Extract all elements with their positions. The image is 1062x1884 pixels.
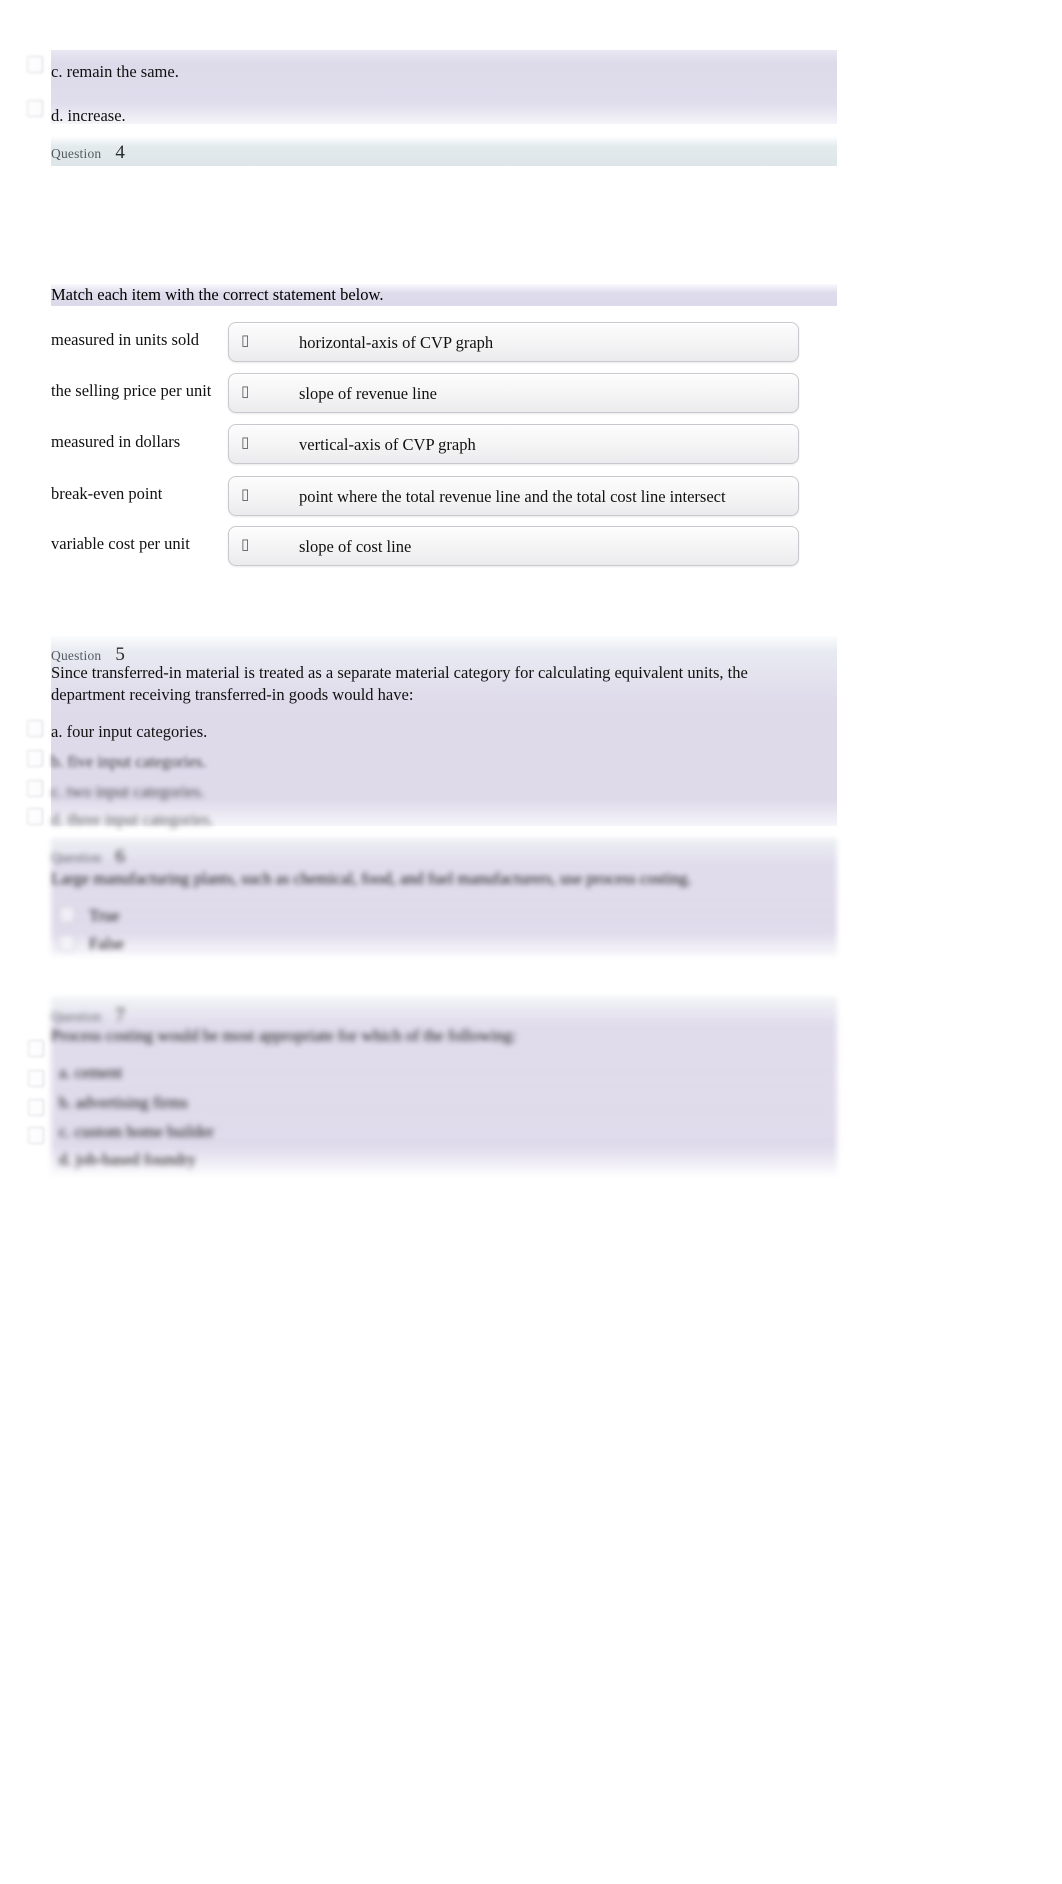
matching-select-4[interactable]: ▯ point where the total revenue line and… — [228, 476, 799, 516]
chevron-down-icon: ▯ — [241, 331, 250, 349]
matching-row-4: break-even point ▯ point where the total… — [51, 476, 811, 520]
question5-option-b[interactable]: b. five input categories. — [51, 752, 206, 772]
matching-row-5: variable cost per unit ▯ slope of cost l… — [51, 526, 811, 570]
question6-label: Question — [51, 850, 102, 865]
option-checkbox-d[interactable] — [27, 100, 43, 117]
chevron-down-icon: ▯ — [241, 382, 250, 400]
chevron-down-icon: ▯ — [241, 433, 250, 451]
matching-instruction-text: Match each item with the correct stateme… — [51, 285, 384, 304]
question4-header: Question 4 — [51, 142, 125, 164]
matching-select-3[interactable]: ▯ vertical-axis of CVP graph — [228, 424, 799, 464]
option-checkbox-true[interactable] — [59, 906, 75, 923]
question5-block: Question 5 Since transferred-in material … — [27, 636, 837, 829]
question7-label: Question — [51, 1009, 102, 1024]
matching-selected-value: horizontal-axis of CVP graph — [299, 333, 494, 352]
question6-stem: Large manufacturing plants, such as chem… — [51, 869, 692, 888]
option-checkbox-c[interactable] — [27, 56, 43, 73]
question3-option-c[interactable]: c. remain the same. — [51, 62, 179, 82]
question6-option-false[interactable]: False — [89, 934, 124, 954]
question7-header: Question 7 — [51, 1005, 125, 1027]
matching-prompt: measured in dollars — [51, 432, 181, 451]
matching-select-1[interactable]: ▯ horizontal-axis of CVP graph — [228, 322, 799, 362]
matching-row-2: the selling price per unit ▯ slope of re… — [51, 373, 811, 417]
question7-option-b[interactable]: b. advertising firms — [59, 1093, 188, 1113]
question5-option-a[interactable]: a. four input categories. — [51, 722, 207, 742]
matching-prompt: break-even point — [51, 484, 163, 503]
question3-option-d[interactable]: d. increase. — [51, 106, 126, 126]
question4-number: 4 — [115, 142, 126, 163]
option-checkbox-c[interactable] — [27, 780, 43, 797]
chevron-down-icon: ▯ — [241, 485, 250, 503]
matching-prompt: variable cost per unit — [51, 534, 190, 553]
question7-stem: Process costing would be most appropriat… — [51, 1026, 517, 1045]
question3-tail-block: c. remain the same. d. increase. — [27, 50, 837, 126]
option-checkbox-a[interactable] — [28, 1040, 44, 1057]
option-checkbox-a[interactable] — [27, 720, 43, 737]
chevron-down-icon: ▯ — [241, 535, 250, 553]
option-checkbox-b[interactable] — [27, 750, 43, 767]
question5-stem: Since transferred-in material is treated… — [51, 663, 748, 704]
matching-select-2[interactable]: ▯ slope of revenue line — [228, 373, 799, 413]
option-checkbox-c[interactable] — [28, 1099, 44, 1116]
question5-option-d[interactable]: d. three input categories. — [51, 810, 214, 830]
matching-selected-value: slope of revenue line — [299, 384, 437, 403]
question5-option-c[interactable]: c. two input categories. — [51, 782, 205, 802]
question4-label: Question — [51, 146, 102, 161]
question6-number: 6 — [115, 846, 126, 867]
question7-number: 7 — [115, 1005, 126, 1026]
matching-prompt: the selling price per unit — [51, 381, 212, 400]
matching-row-3: measured in dollars ▯ vertical-axis of C… — [51, 424, 811, 468]
question7-option-a[interactable]: a. cement — [59, 1063, 122, 1083]
question6-block: Question 6 Large manufacturing plants, su… — [51, 838, 837, 956]
question7-block: Question 7 Process costing would be most … — [51, 997, 837, 1175]
option-checkbox-d[interactable] — [27, 808, 43, 825]
option-checkbox-false[interactable] — [59, 934, 75, 951]
exam-page: c. remain the same. d. increase. Questio… — [0, 0, 1062, 1884]
matching-selected-value: vertical-axis of CVP graph — [299, 435, 476, 454]
question7-option-c[interactable]: c. custom home builder — [59, 1122, 214, 1142]
question6-header: Question 6 — [51, 846, 125, 868]
question4-header-band: Question 4 — [51, 136, 837, 166]
question7-option-d[interactable]: d. job-based foundry — [59, 1150, 196, 1170]
question5-label: Question — [51, 648, 102, 663]
matching-select-5[interactable]: ▯ slope of cost line — [228, 526, 799, 566]
matching-row-1: measured in units sold ▯ horizontal-axis… — [51, 322, 811, 366]
matching-selected-value: point where the total revenue line and t… — [299, 487, 726, 506]
question6-option-true[interactable]: True — [89, 906, 120, 926]
matching-instruction-band: Match each item with the correct stateme… — [51, 284, 837, 306]
scan-bottom-fade — [0, 1160, 1062, 1280]
matching-prompt: measured in units sold — [51, 330, 200, 349]
matching-selected-value: slope of cost line — [299, 537, 412, 556]
option-checkbox-d[interactable] — [28, 1127, 44, 1144]
option-checkbox-b[interactable] — [28, 1070, 44, 1087]
